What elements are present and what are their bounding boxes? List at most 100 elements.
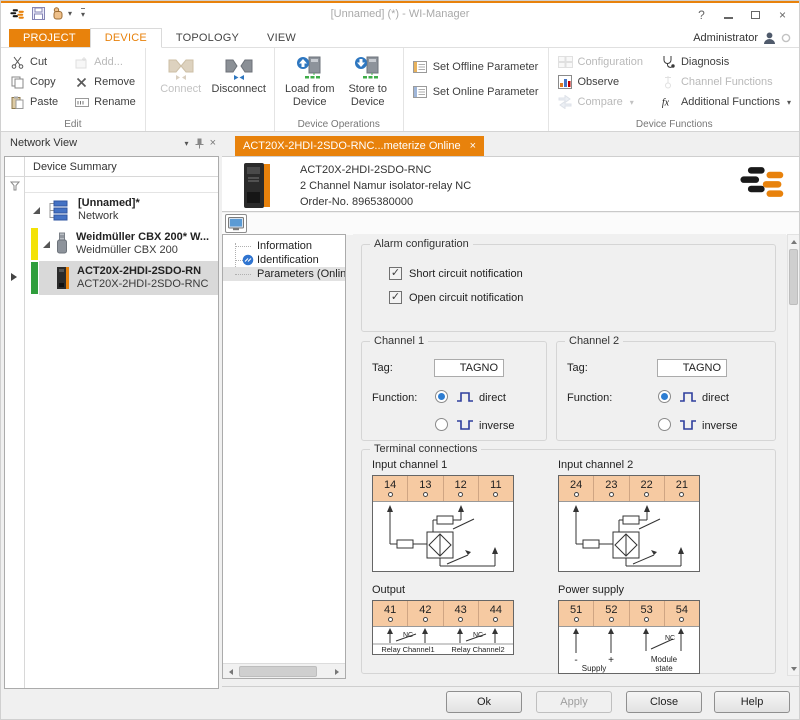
terminal-cell: 44: [479, 601, 513, 626]
maximize-button[interactable]: [742, 5, 769, 25]
scroll-down-button[interactable]: [788, 662, 799, 675]
node-name: ACT20X-2HDI-2SDO-RN: [77, 265, 208, 278]
set-offline-parameter-button[interactable]: Set Offline Parameter: [410, 59, 542, 75]
device-order-number: Order-No. 8965380000: [300, 194, 471, 210]
scroll-left-button[interactable]: [224, 665, 238, 678]
scroll-right-button[interactable]: [330, 665, 344, 678]
short-circuit-checkbox[interactable]: ✓: [389, 267, 402, 280]
store-to-device-icon: [354, 53, 382, 83]
tab-device[interactable]: DEVICE: [90, 28, 162, 48]
terminal-cell: 11: [479, 476, 513, 501]
store-to-device-button[interactable]: Store to Device: [339, 51, 397, 108]
expander-icon[interactable]: [33, 207, 40, 214]
channel2-direct-radio[interactable]: [658, 390, 671, 403]
tree-row-gateway[interactable]: Weidmüller CBX 200* W... Weidmüller CBX …: [25, 227, 218, 261]
set-online-parameter-button[interactable]: Set Online Parameter: [410, 84, 542, 100]
tree-item-information[interactable]: Information: [223, 239, 345, 253]
terminal-number: 53: [641, 605, 653, 616]
tree-row-network[interactable]: [Unnamed]* Network: [25, 193, 218, 227]
tree-filter-row[interactable]: [25, 177, 218, 193]
terminal-strip: 51 52 53 54: [559, 601, 699, 627]
observe-button[interactable]: Observe: [555, 74, 646, 90]
status-bar-yellow: [31, 228, 38, 260]
remove-button[interactable]: Remove: [71, 74, 139, 90]
terminal-cell: 12: [444, 476, 479, 501]
chevron-down-icon: ▾: [787, 98, 791, 107]
help-button[interactable]: ?: [688, 5, 715, 25]
terminal-dot-icon: [423, 492, 428, 497]
tab-project[interactable]: PROJECT: [9, 29, 90, 47]
close-button[interactable]: Close: [626, 691, 702, 713]
user-area[interactable]: Administrator: [693, 32, 791, 47]
svg-text:Relay Channel1: Relay Channel1: [381, 645, 434, 654]
load-from-device-button[interactable]: Load from Device: [281, 51, 339, 108]
radio-label: inverse: [702, 420, 737, 432]
diagnosis-button[interactable]: Diagnosis: [658, 54, 794, 70]
tree-item-identification[interactable]: Identification: [223, 253, 345, 267]
tab-view[interactable]: VIEW: [253, 29, 310, 47]
gateway-icon: [55, 232, 69, 256]
terminal-cell: 54: [665, 601, 699, 626]
channel2-tag-input[interactable]: [657, 359, 727, 377]
help-button[interactable]: Help: [714, 691, 790, 713]
tree-column-header[interactable]: Device Summary: [25, 157, 218, 177]
terminal-dot-icon: [644, 617, 649, 622]
tab-close-icon[interactable]: ×: [470, 140, 476, 152]
channel1-direct-radio[interactable]: [435, 390, 448, 403]
network-tree: Device Summary [Unnamed]* Network: [4, 156, 219, 689]
terminal-number: 43: [455, 605, 467, 616]
document-tab[interactable]: ACT20X-2HDI-2SDO-RNC...meterize Online ×: [235, 136, 484, 156]
direct-waveform-icon: [456, 391, 474, 403]
identification-icon: [242, 254, 254, 266]
compare-button: Compare ▾: [555, 94, 646, 110]
svg-text:NC: NC: [403, 632, 413, 639]
channel2-inverse-radio[interactable]: [658, 418, 671, 431]
scroll-up-button[interactable]: [788, 235, 799, 248]
tab-topology[interactable]: TOPOLOGY: [162, 29, 253, 47]
close-panel-icon[interactable]: ×: [210, 137, 216, 149]
tree-row-module-selected[interactable]: ACT20X-2HDI-2SDO-RN ACT20X-2HDI-2SDO-RNC: [25, 261, 218, 295]
terminal-cell: 51: [559, 601, 594, 626]
copy-button[interactable]: Copy: [7, 74, 61, 90]
svg-text:+: +: [608, 655, 614, 666]
channel1-inverse-radio[interactable]: [435, 418, 448, 431]
tree-item-parameters-online[interactable]: Parameters (Online): [223, 267, 345, 281]
additional-functions-button[interactable]: fx Additional Functions ▾: [658, 94, 794, 110]
minimize-button[interactable]: [715, 5, 742, 25]
checkbox-label: Open circuit notification: [409, 292, 523, 304]
terminal-number: 22: [641, 480, 653, 491]
filter-icon[interactable]: [10, 181, 20, 191]
scroll-thumb[interactable]: [789, 249, 798, 305]
channel-functions-icon: [661, 75, 676, 89]
set-offline-parameter-icon: [413, 60, 428, 74]
expander-icon[interactable]: [43, 241, 50, 248]
terminal-dot-icon: [574, 617, 579, 622]
paste-button[interactable]: Paste: [7, 94, 61, 110]
pin-icon[interactable]: [195, 138, 204, 149]
scroll-thumb[interactable]: [239, 666, 317, 677]
window-controls: ? ×: [688, 5, 796, 25]
chevron-down-icon: ▾: [630, 98, 634, 107]
node-name: Weidmüller CBX 200* W...: [76, 231, 209, 244]
disconnect-button[interactable]: Disconnect: [210, 51, 268, 96]
terminal-number: 12: [455, 480, 467, 491]
close-button[interactable]: ×: [769, 5, 796, 25]
compare-icon: [558, 95, 573, 109]
terminal-number: 24: [570, 480, 582, 491]
cut-button[interactable]: Cut: [7, 54, 61, 70]
ribbon-tab-row: PROJECT DEVICE TOPOLOGY VIEW Administrat…: [1, 27, 799, 48]
terminal-number: 54: [676, 605, 688, 616]
terminal-dot-icon: [458, 617, 463, 622]
parameter-view-button[interactable]: [225, 214, 247, 233]
device-name: ACT20X-2HDI-2SDO-RNC: [300, 162, 471, 178]
terminal-strip: 24 23 22 21: [559, 476, 699, 502]
channel1-tag-input[interactable]: [434, 359, 504, 377]
footer-separator: [222, 686, 799, 687]
terminal-strip: 41 42 43 44: [373, 601, 513, 627]
ok-button[interactable]: Ok: [446, 691, 522, 713]
group-title: Alarm configuration: [370, 238, 473, 250]
rename-button[interactable]: Rename: [71, 94, 139, 110]
open-circuit-checkbox[interactable]: ✓: [389, 291, 402, 304]
panel-menu-icon[interactable]: ▾: [185, 139, 189, 148]
node-subtitle: ACT20X-2HDI-2SDO-RNC: [77, 278, 208, 291]
